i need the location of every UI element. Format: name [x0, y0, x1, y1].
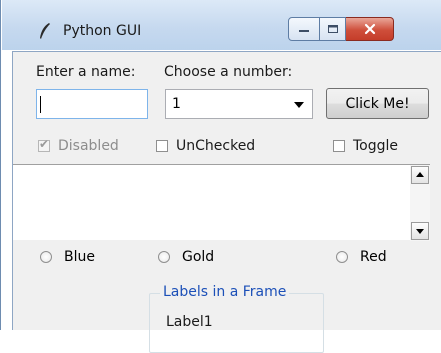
window-content: Enter a name: Choose a number: 1 Click M…	[12, 51, 441, 353]
number-combobox[interactable]: 1	[165, 89, 313, 119]
window-title: Python GUI	[63, 23, 142, 39]
labels-frame: Labels in a Frame Label1	[149, 284, 324, 353]
vertical-scrollbar[interactable]	[410, 165, 430, 241]
close-button[interactable]	[346, 17, 394, 41]
checkbox-disabled-box: ✔	[38, 137, 50, 152]
combobox-value: 1	[172, 96, 181, 112]
minimize-icon	[299, 30, 309, 32]
number-label: Choose a number:	[164, 64, 293, 80]
radio-blue-label[interactable]: Blue	[64, 249, 95, 265]
frame-title: Labels in a Frame	[160, 284, 290, 300]
radio-gold-circle[interactable]	[158, 251, 170, 263]
checkbox-unchecked[interactable]: UnChecked	[156, 138, 255, 154]
frame-label-1: Label1	[166, 314, 213, 330]
checkbox-unchecked-box[interactable]	[156, 140, 168, 152]
checkbox-unchecked-label[interactable]: UnChecked	[176, 138, 255, 154]
app-window: Python GUI Enter a name: Choose a number…	[0, 0, 441, 353]
checkbox-disabled-label: Disabled	[58, 138, 119, 154]
checkbox-disabled: ✔ Disabled	[38, 137, 119, 154]
arrow-down-icon	[416, 229, 424, 234]
text-caret	[40, 96, 41, 113]
click-me-button[interactable]: Click Me!	[326, 88, 429, 119]
chevron-down-icon[interactable]	[294, 102, 304, 108]
checkbox-toggle-box[interactable]	[333, 140, 345, 152]
minimize-button[interactable]	[288, 17, 320, 41]
checkbox-toggle-label[interactable]: Toggle	[353, 138, 398, 154]
name-input[interactable]	[36, 89, 148, 119]
feather-icon	[40, 23, 50, 39]
checkbox-toggle[interactable]: Toggle	[333, 138, 398, 154]
radio-gold[interactable]: Gold	[158, 249, 214, 265]
radio-blue[interactable]: Blue	[40, 249, 95, 265]
radio-gold-label[interactable]: Gold	[182, 249, 214, 265]
maximize-icon	[327, 25, 338, 33]
radio-red-label[interactable]: Red	[360, 249, 387, 265]
scrolled-text-area[interactable]	[13, 164, 430, 241]
radio-red-circle[interactable]	[336, 251, 348, 263]
close-icon	[364, 23, 375, 35]
scroll-up-button[interactable]	[411, 166, 429, 184]
radio-red[interactable]: Red	[336, 249, 387, 265]
maximize-button[interactable]	[320, 17, 346, 41]
name-label: Enter a name:	[36, 64, 136, 80]
title-bar[interactable]: Python GUI	[2, 0, 441, 50]
radio-blue-circle[interactable]	[40, 251, 52, 263]
scroll-down-button[interactable]	[411, 222, 429, 240]
arrow-up-icon	[416, 172, 424, 177]
checkmark-icon: ✔	[39, 137, 50, 151]
